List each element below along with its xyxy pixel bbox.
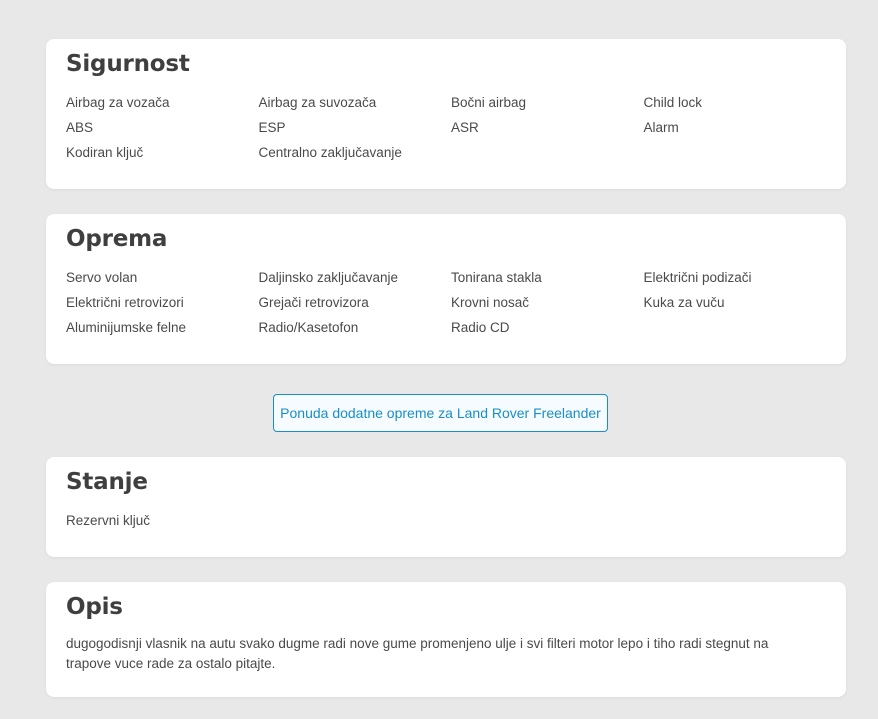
- feature-item: Krovni nosač: [451, 295, 530, 310]
- feature-item: Kuka za vuču: [643, 295, 725, 310]
- description-title: Opis: [66, 594, 123, 620]
- feature-item: Airbag za vozača: [66, 95, 170, 110]
- feature-item: Električni podizači: [643, 270, 752, 285]
- equipment-features-list: Servo volan Daljinsko zaključavanje Toni…: [66, 265, 826, 340]
- feature-item: Alarm: [643, 120, 679, 135]
- feature-item: Aluminijumske felne: [66, 320, 187, 335]
- condition-card: Stanje Rezervni ključ: [46, 457, 846, 557]
- security-card: Sigurnost Airbag za vozača Airbag za suv…: [46, 39, 846, 189]
- condition-item: Rezervni ključ: [66, 513, 151, 528]
- feature-item: Električni retrovizori: [66, 295, 184, 310]
- equipment-card: Oprema Servo volan Daljinsko zaključavan…: [46, 214, 846, 364]
- description-text: dugogodisnji vlasnik na autu svako dugme…: [66, 636, 769, 671]
- description-card: Opis dugogodisnji vlasnik na autu svako …: [46, 582, 846, 697]
- additional-equipment-offer-button[interactable]: Ponuda dodatne opreme za Land Rover Free…: [273, 394, 608, 432]
- feature-item: Daljinsko zaključavanje: [258, 270, 399, 285]
- feature-item: Kodiran ključ: [66, 145, 144, 160]
- feature-item: Tonirana stakla: [451, 270, 542, 285]
- feature-item: Radio CD: [451, 320, 510, 335]
- feature-item: ESP: [258, 120, 286, 135]
- equipment-title: Oprema: [66, 226, 168, 252]
- feature-item: ASR: [451, 120, 479, 135]
- condition-title: Stanje: [66, 469, 148, 495]
- feature-item: Airbag za suvozača: [258, 95, 377, 110]
- feature-item: Centralno zaključavanje: [258, 145, 402, 160]
- security-title: Sigurnost: [66, 51, 190, 77]
- feature-item: ABS: [66, 120, 94, 135]
- feature-item: Radio/Kasetofon: [258, 320, 359, 335]
- feature-item: Grejači retrovizora: [258, 295, 369, 310]
- feature-item: Bočni airbag: [451, 95, 527, 110]
- security-features-list: Airbag za vozača Airbag za suvozača Bočn…: [66, 90, 826, 165]
- feature-item: Child lock: [643, 95, 703, 110]
- feature-item: Servo volan: [66, 270, 138, 285]
